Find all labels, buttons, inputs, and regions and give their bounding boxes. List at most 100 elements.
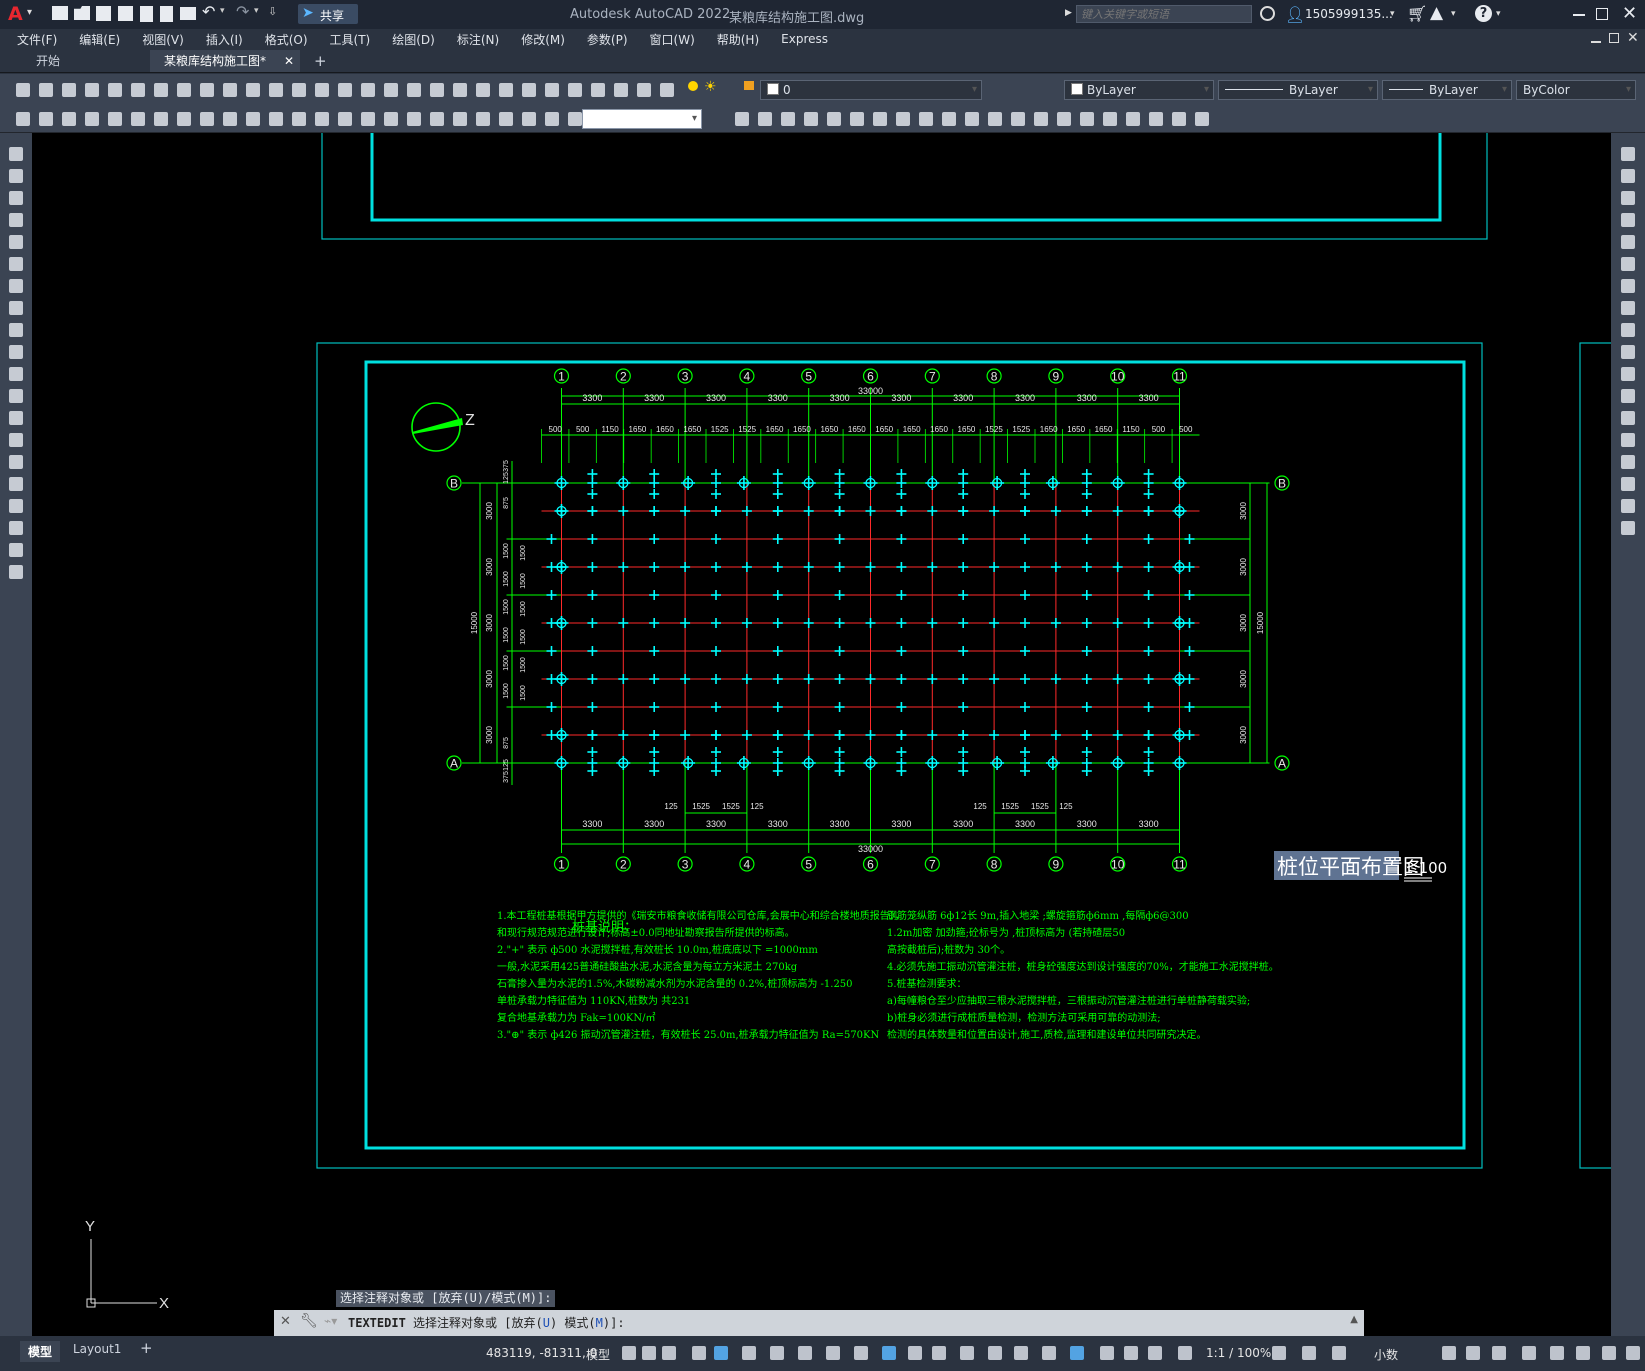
plot-icon[interactable] — [180, 7, 196, 20]
status-toggle-16-icon[interactable] — [1012, 1344, 1030, 1362]
draw-tool-13-icon[interactable] — [7, 409, 25, 427]
dim-tool-29-icon[interactable] — [802, 110, 820, 128]
autodesk-dropdown-icon[interactable]: ▾ — [1451, 9, 1456, 19]
app-menu-chevron-icon[interactable]: ▾ — [27, 7, 32, 18]
menu-format[interactable]: 格式(O) — [254, 31, 319, 48]
standard-tool-7-icon[interactable] — [152, 81, 170, 99]
modify-tool-16-icon[interactable] — [1619, 475, 1637, 493]
draw-tool-19-icon[interactable] — [7, 541, 25, 559]
search-icon[interactable] — [1260, 6, 1275, 21]
status-toggle-23-icon[interactable] — [1270, 1344, 1288, 1362]
dim-tool-4-icon[interactable] — [83, 110, 101, 128]
command-line[interactable]: ✕ 🔧︎ ⌁▾ TEXTEDIT 选择注释对象或 [放弃(U) 模式(M)]: … — [274, 1310, 1364, 1336]
user-name[interactable]: 1505999135... — [1305, 7, 1393, 21]
dim-tool-35-icon[interactable] — [940, 110, 958, 128]
status-toggle-28-icon[interactable] — [1490, 1344, 1508, 1362]
draw-tool-7-icon[interactable] — [7, 277, 25, 295]
doc-minimize-icon[interactable] — [1591, 41, 1601, 43]
standard-tool-19-icon[interactable] — [428, 81, 446, 99]
status-toggle-5-icon[interactable] — [712, 1344, 730, 1362]
status-toggle-20-icon[interactable] — [1122, 1344, 1140, 1362]
modify-tool-9-icon[interactable] — [1619, 321, 1637, 339]
standard-tool-2-icon[interactable] — [37, 81, 55, 99]
drawing-svg[interactable]: 11223344556677889910101111B BA A3300 3300 33… — [32, 133, 1611, 1336]
status-toggle-32-icon[interactable] — [1600, 1344, 1618, 1362]
new-tab-button[interactable]: + — [300, 50, 341, 72]
dim-tool-9-icon[interactable] — [198, 110, 216, 128]
modify-tool-17-icon[interactable] — [1619, 497, 1637, 515]
status-toggle-2-icon[interactable] — [640, 1344, 658, 1362]
standard-tool-25-icon[interactable] — [566, 81, 584, 99]
dim-tool-22-icon[interactable] — [497, 110, 515, 128]
status-toggle-14-icon[interactable] — [958, 1344, 976, 1362]
redo-dropdown-icon[interactable]: ▾ — [254, 6, 259, 16]
standard-tool-26-icon[interactable] — [589, 81, 607, 99]
dim-tool-8-icon[interactable] — [175, 110, 193, 128]
modify-tool-6-icon[interactable] — [1619, 255, 1637, 273]
layout-tab-layout1[interactable]: Layout1 — [73, 1342, 121, 1356]
standard-tool-28-icon[interactable] — [635, 81, 653, 99]
dimstyle-dropdown[interactable] — [582, 109, 702, 129]
command-option-undo[interactable]: U — [543, 1316, 550, 1330]
status-toggle-12-icon[interactable] — [906, 1344, 924, 1362]
standard-tool-8-icon[interactable] — [175, 81, 193, 99]
layout-add-button[interactable]: + — [140, 1339, 153, 1357]
coordinates-readout[interactable]: 483119, -81311, 0 — [486, 1346, 597, 1360]
status-toggle-10-icon[interactable] — [852, 1344, 870, 1362]
layer-sun-icon[interactable]: ☀ — [704, 79, 717, 95]
status-toggle-24-icon[interactable] — [1300, 1344, 1318, 1362]
standard-tool-12-icon[interactable] — [267, 81, 285, 99]
dim-tool-46-icon[interactable] — [1193, 110, 1211, 128]
dim-tool-23-icon[interactable] — [520, 110, 538, 128]
menu-express[interactable]: Express — [770, 32, 839, 46]
publish-icon[interactable] — [140, 6, 153, 22]
dim-tool-26-icon[interactable] — [733, 110, 751, 128]
standard-tool-29-icon[interactable] — [658, 81, 676, 99]
redo-icon[interactable]: ↷ — [236, 2, 249, 21]
status-toggle-18-icon[interactable] — [1068, 1344, 1086, 1362]
drawing-canvas[interactable]: 1 1 2 2 3 3 4 4 5 5 6 6 7 7 8 8 9 9 10 10 11 11 B B A A 3300 3300 33… — [32, 133, 1611, 1336]
status-toggle-3-icon[interactable] — [660, 1344, 678, 1362]
standard-tool-27-icon[interactable] — [612, 81, 630, 99]
modify-tool-1-icon[interactable] — [1619, 145, 1637, 163]
dim-tool-17-icon[interactable] — [382, 110, 400, 128]
menu-window[interactable]: 窗口(W) — [639, 31, 706, 48]
dim-tool-12-icon[interactable] — [267, 110, 285, 128]
status-toggle-1-icon[interactable] — [620, 1344, 638, 1362]
command-prompt[interactable]: TEXTEDIT 选择注释对象或 [放弃(U) 模式(M)]: — [348, 1314, 625, 1331]
undo-dropdown-icon[interactable]: ▾ — [220, 6, 225, 16]
status-toggle-22-icon[interactable] — [1176, 1344, 1194, 1362]
menu-parametric[interactable]: 参数(P) — [576, 31, 639, 48]
dim-tool-11-icon[interactable] — [244, 110, 262, 128]
command-option-mode[interactable]: M — [596, 1316, 603, 1330]
layer-dropdown[interactable]: 0 — [760, 80, 982, 100]
dim-tool-41-icon[interactable] — [1078, 110, 1096, 128]
status-toggle-29-icon[interactable] — [1520, 1344, 1538, 1362]
maximize-icon[interactable] — [1596, 8, 1608, 20]
draw-tool-6-icon[interactable] — [7, 255, 25, 273]
standard-tool-10-icon[interactable] — [221, 81, 239, 99]
standard-tool-1-icon[interactable] — [14, 81, 32, 99]
dim-tool-20-icon[interactable] — [451, 110, 469, 128]
modify-tool-7-icon[interactable] — [1619, 277, 1637, 295]
modify-tool-12-icon[interactable] — [1619, 387, 1637, 405]
dim-tool-33-icon[interactable] — [894, 110, 912, 128]
standard-tool-20-icon[interactable] — [451, 81, 469, 99]
layout-tab-model[interactable]: 模型 — [20, 1341, 61, 1362]
tab-close-icon[interactable]: ✕ — [284, 50, 294, 72]
command-close-icon[interactable]: ✕ — [280, 1314, 291, 1329]
dim-tool-44-icon[interactable] — [1147, 110, 1165, 128]
color-dropdown[interactable]: ByLayer — [1064, 80, 1214, 100]
layer-lock-icon[interactable] — [744, 81, 754, 90]
standard-tool-15-icon[interactable] — [336, 81, 354, 99]
draw-tool-2-icon[interactable] — [7, 167, 25, 185]
modify-tool-4-icon[interactable] — [1619, 211, 1637, 229]
draw-tool-5-icon[interactable] — [7, 233, 25, 251]
search-input[interactable] — [1076, 5, 1252, 23]
dim-tool-13-icon[interactable] — [290, 110, 308, 128]
menu-draw[interactable]: 绘图(D) — [381, 31, 446, 48]
dim-tool-19-icon[interactable] — [428, 110, 446, 128]
dim-tool-24-icon[interactable] — [543, 110, 561, 128]
dim-tool-15-icon[interactable] — [336, 110, 354, 128]
draw-tool-12-icon[interactable] — [7, 387, 25, 405]
